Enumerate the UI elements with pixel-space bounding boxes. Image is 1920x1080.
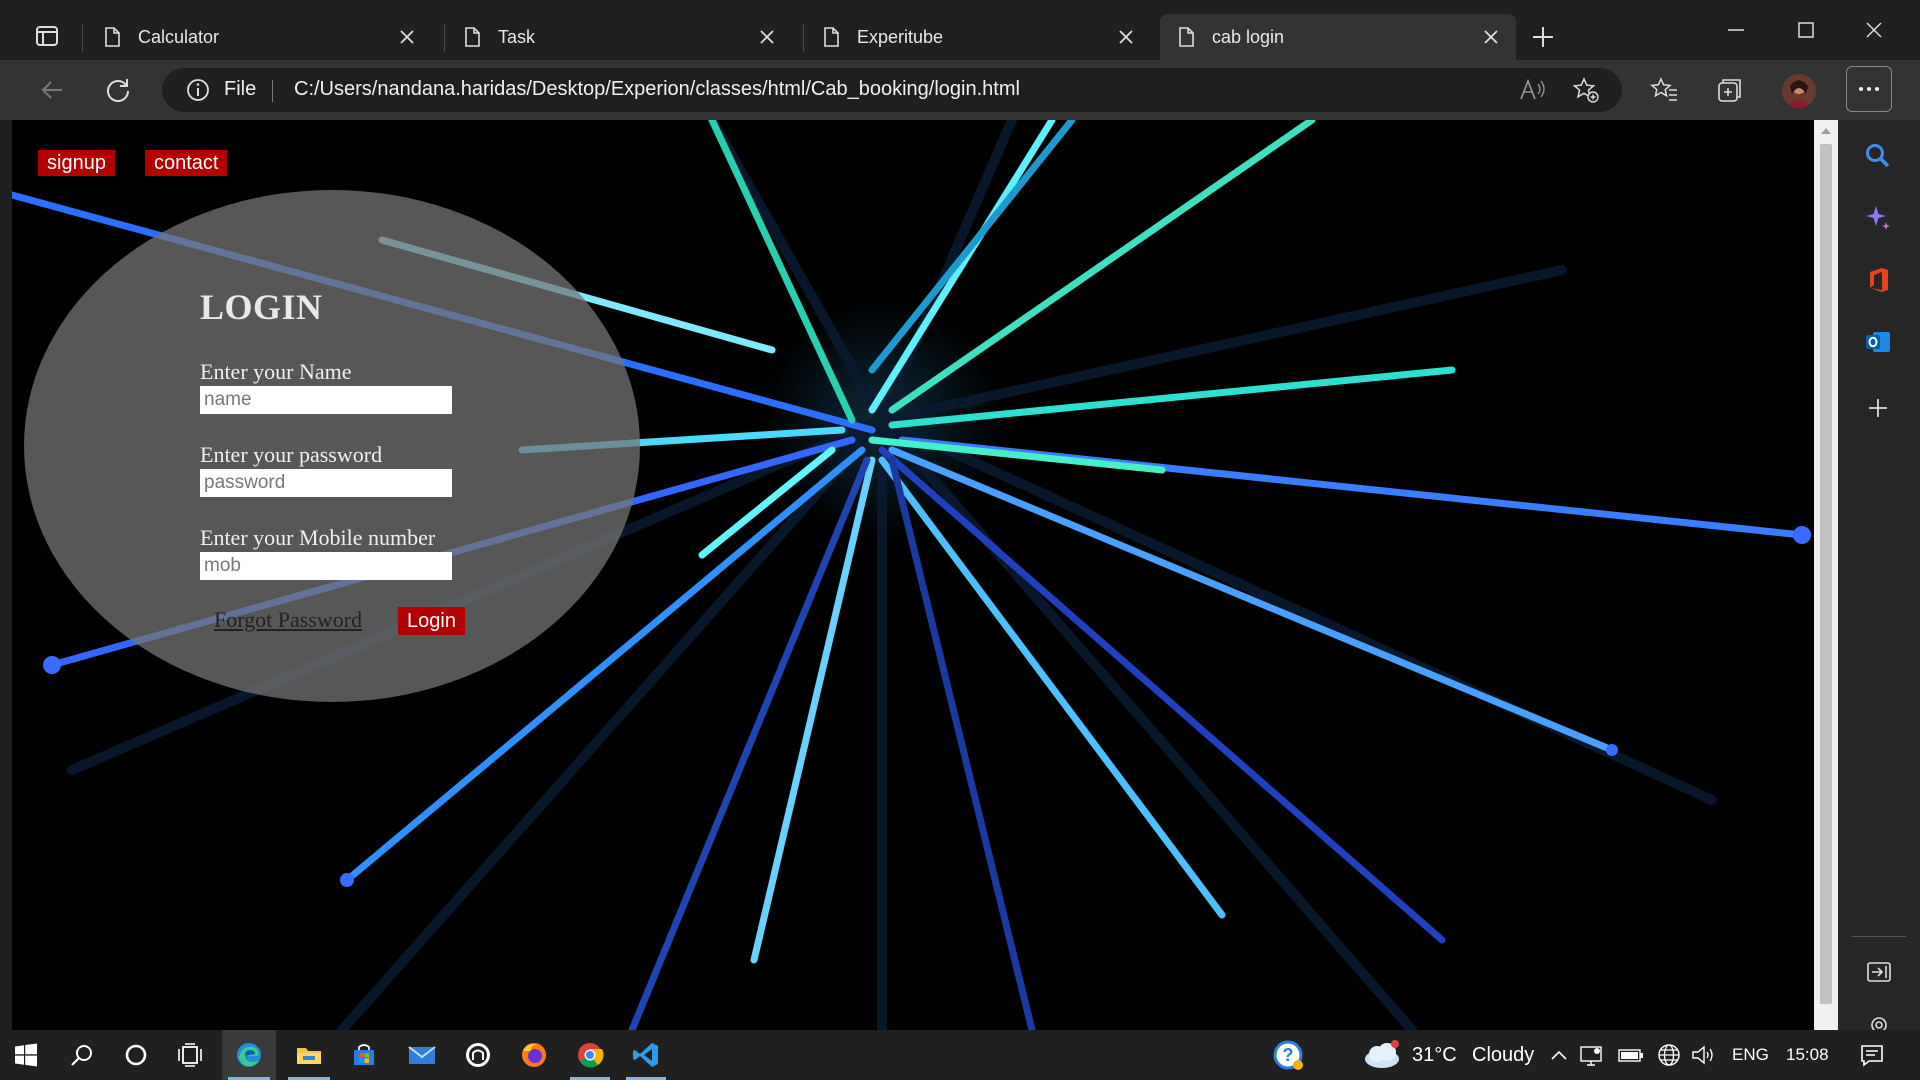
hide-sidebar-icon[interactable] xyxy=(1866,960,1892,984)
weather-cloud-icon xyxy=(1358,1030,1406,1080)
scroll-up-icon[interactable] xyxy=(1820,126,1832,136)
tab-label: cab login xyxy=(1212,26,1285,47)
page-icon xyxy=(465,27,480,47)
tab-separator xyxy=(82,24,83,52)
taskbar-search-icon[interactable] xyxy=(58,1030,106,1080)
close-window-icon[interactable] xyxy=(1862,18,1886,42)
weather-condition: Cloudy xyxy=(1472,1044,1535,1066)
refresh-icon[interactable] xyxy=(104,76,132,104)
task-view-icon[interactable] xyxy=(166,1030,214,1080)
outlook-icon[interactable] xyxy=(1864,328,1892,356)
collections-icon[interactable] xyxy=(1716,76,1744,104)
edge-sidebar xyxy=(1838,120,1920,1030)
page-icon xyxy=(824,27,839,47)
notifications-icon[interactable] xyxy=(1852,1030,1892,1080)
back-icon[interactable] xyxy=(38,76,66,104)
url-text[interactable]: C:/Users/nandana.haridas/Desktop/Experio… xyxy=(294,78,1020,101)
close-tab-icon[interactable] xyxy=(1115,26,1137,48)
volume-icon[interactable] xyxy=(1688,1030,1718,1080)
file-explorer-icon[interactable] xyxy=(282,1030,336,1080)
password-label: Enter your password xyxy=(200,442,383,467)
file-scheme-label: File xyxy=(224,78,257,100)
maximize-icon[interactable] xyxy=(1794,18,1818,42)
profile-avatar[interactable] xyxy=(1782,74,1816,108)
close-tab-icon[interactable] xyxy=(1480,26,1502,48)
svg-text:?: ? xyxy=(1283,1045,1294,1065)
signup-link[interactable]: signup xyxy=(38,150,115,176)
tab-cab-login[interactable]: cab login xyxy=(1160,14,1516,60)
tab-task[interactable]: Task xyxy=(446,14,792,60)
show-hidden-icons-chevron-icon[interactable] xyxy=(1544,1030,1574,1080)
tab-strip: Calculator Task Experitube cab login xyxy=(0,0,1920,60)
login-title: LOGIN xyxy=(200,287,323,327)
firefox-icon[interactable] xyxy=(508,1030,560,1080)
windows-taskbar: ? 31°C Cloudy ENG 15:08 xyxy=(0,1030,1920,1080)
windows-icon xyxy=(15,1043,37,1067)
sidebar-settings-icon[interactable] xyxy=(1868,1014,1890,1030)
weather-temp: 31°C xyxy=(1412,1044,1457,1066)
page-viewport: signup contact LOGIN Enter your Name nam… xyxy=(12,120,1814,1030)
add-favorite-icon[interactable] xyxy=(1572,76,1600,104)
vscode-icon[interactable] xyxy=(620,1030,672,1080)
tab-label: Task xyxy=(498,26,536,47)
address-separator xyxy=(272,80,273,102)
new-tab-icon[interactable] xyxy=(1530,24,1556,50)
name-input[interactable]: name xyxy=(200,386,452,414)
search-icon[interactable] xyxy=(1864,142,1892,170)
tab-label: Calculator xyxy=(138,26,220,47)
cortana-icon[interactable] xyxy=(112,1030,160,1080)
taskbar-edge-icon[interactable] xyxy=(222,1030,276,1080)
tab-experitube[interactable]: Experitube xyxy=(805,14,1151,60)
input-language[interactable]: ENG xyxy=(1732,1045,1769,1065)
page-icon xyxy=(105,27,120,47)
address-bar[interactable]: File C:/Users/nandana.haridas/Desktop/Ex… xyxy=(162,68,1622,112)
contact-link[interactable]: contact xyxy=(145,150,228,176)
minimize-icon[interactable] xyxy=(1724,18,1748,42)
favorites-icon[interactable] xyxy=(1650,76,1678,104)
close-tab-icon[interactable] xyxy=(396,26,418,48)
mail-icon[interactable] xyxy=(396,1030,448,1080)
close-tab-icon[interactable] xyxy=(756,26,778,48)
github-desktop-icon[interactable] xyxy=(452,1030,504,1080)
chrome-icon[interactable] xyxy=(564,1030,616,1080)
store-icon[interactable] xyxy=(338,1030,390,1080)
page-icon xyxy=(1179,27,1194,47)
tab-label: Experitube xyxy=(857,26,944,47)
network-globe-icon[interactable] xyxy=(1654,1030,1684,1080)
settings-more-icon[interactable] xyxy=(1846,66,1892,112)
clock-time[interactable]: 15:08 xyxy=(1786,1045,1829,1065)
sidebar-divider xyxy=(1852,936,1906,937)
copilot-icon[interactable] xyxy=(1864,204,1892,232)
add-sidebar-app-icon[interactable] xyxy=(1866,396,1890,420)
password-input[interactable]: password xyxy=(200,469,452,497)
read-aloud-icon[interactable] xyxy=(1518,78,1546,102)
info-icon[interactable] xyxy=(186,78,210,102)
tab-calculator[interactable]: Calculator xyxy=(86,14,432,60)
mobile-label: Enter your Mobile number xyxy=(200,525,436,550)
device-icon[interactable] xyxy=(1576,1030,1606,1080)
tab-separator xyxy=(444,24,445,52)
scrollbar-thumb[interactable] xyxy=(1820,144,1832,1004)
login-button[interactable]: Login xyxy=(398,607,465,635)
name-label: Enter your Name xyxy=(200,359,352,384)
vertical-scrollbar[interactable] xyxy=(1814,120,1838,1030)
battery-icon[interactable] xyxy=(1616,1030,1646,1080)
browser-toolbar: File C:/Users/nandana.haridas/Desktop/Ex… xyxy=(0,60,1920,120)
help-icon[interactable]: ? xyxy=(1264,1030,1312,1080)
tab-actions-icon[interactable] xyxy=(36,26,58,46)
tab-separator xyxy=(803,24,804,52)
start-button[interactable] xyxy=(0,1030,52,1080)
office-icon[interactable] xyxy=(1866,266,1892,294)
mobile-input[interactable]: mob xyxy=(200,552,452,580)
forgot-password-link[interactable]: Forgot Password xyxy=(214,607,362,633)
